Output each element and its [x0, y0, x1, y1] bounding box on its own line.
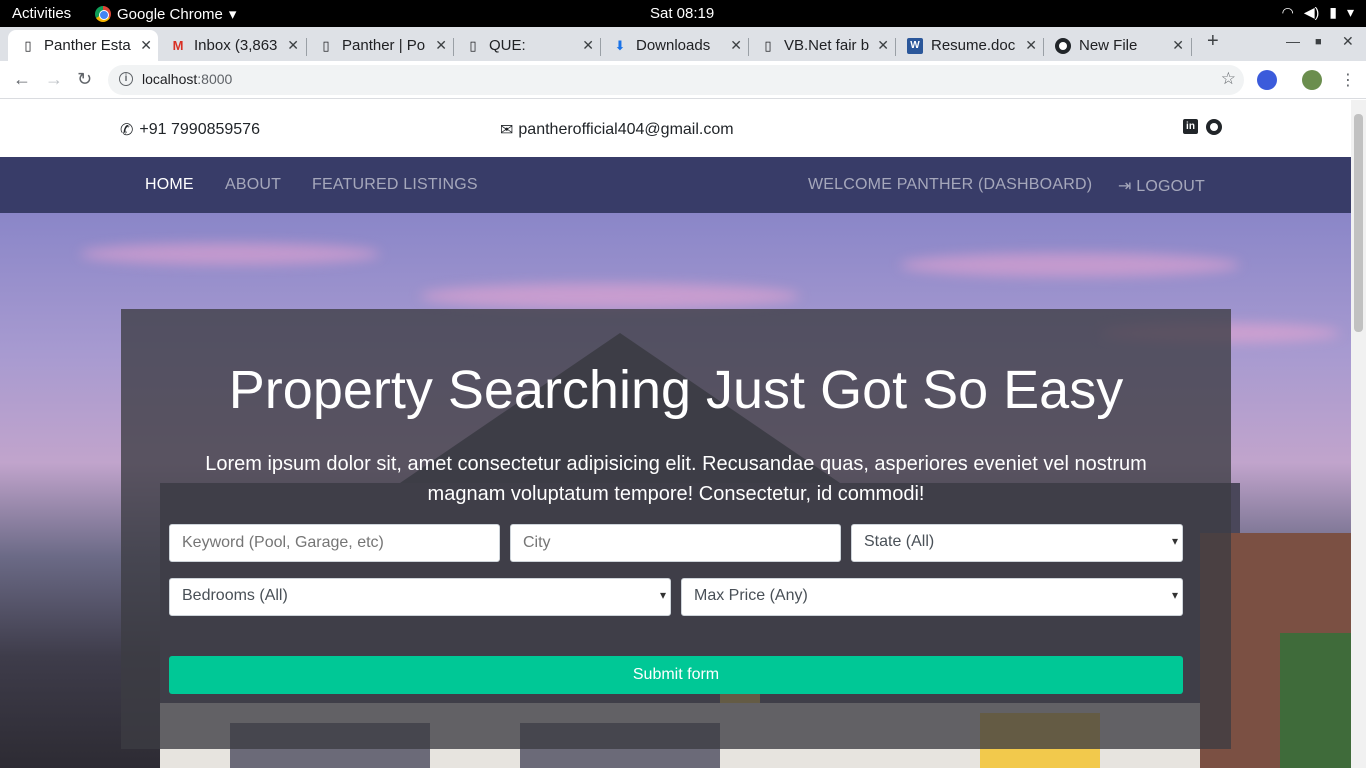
tab-panther-portfolio[interactable]: ▯ Panther | Po ✕: [306, 30, 453, 61]
web-page: ✆ +91 7990859576 ✉ pantherofficial404@gm…: [0, 100, 1351, 768]
volume-icon: ◀): [1303, 4, 1320, 20]
chevron-down-icon: ▾: [1346, 4, 1354, 20]
tree: [1280, 633, 1351, 768]
search-panel: Property Searching Just Got So Easy Lore…: [121, 309, 1231, 749]
city-input[interactable]: [510, 524, 841, 562]
tab-title: New File: [1079, 37, 1138, 54]
close-icon[interactable]: ✕: [1172, 37, 1184, 54]
phone-number: +91 7990859576: [139, 121, 260, 138]
scrollbar-thumb[interactable]: [1354, 114, 1363, 332]
logout-icon: ⇥: [1118, 178, 1137, 195]
back-arrow-icon[interactable]: ←: [13, 69, 31, 90]
close-icon[interactable]: ✕: [287, 37, 299, 54]
wifi-icon: ◠: [1281, 4, 1294, 20]
info-icon[interactable]: i: [119, 72, 133, 86]
phone-contact: ✆ +91 7990859576: [120, 120, 260, 140]
state-select[interactable]: State (All): [851, 524, 1183, 562]
social-links: in: [1183, 119, 1222, 135]
chevron-down-icon: ▾: [228, 6, 237, 23]
page-scrollbar[interactable]: [1351, 100, 1366, 768]
email-contact: ✉ pantherofficial404@gmail.com: [500, 120, 734, 140]
close-window-icon[interactable]: ✕: [1342, 33, 1354, 50]
tab-title: QUE:: [489, 37, 526, 54]
page-icon: ▯: [764, 37, 772, 53]
sky-cloud: [900, 253, 1240, 277]
tab-new-file[interactable]: New File ✕: [1043, 30, 1190, 61]
page-icon: ▯: [469, 37, 477, 53]
linkedin-icon[interactable]: in: [1183, 119, 1198, 134]
hero-description: Lorem ipsum dolor sit, amet consectetur …: [205, 453, 1147, 505]
bedrooms-select-value: Bedrooms (All): [182, 587, 288, 604]
system-tray[interactable]: ◠ ◀) ▮ ▾: [1282, 4, 1354, 21]
maximize-icon[interactable]: ■: [1315, 36, 1322, 48]
sky-cloud: [80, 243, 380, 265]
hero-title: Property Searching Just Got So Easy: [228, 360, 1124, 420]
nav-dashboard[interactable]: WELCOME PANTHER (DASHBOARD): [808, 176, 1092, 194]
hero-section: Property Searching Just Got So Easy Lore…: [0, 213, 1351, 768]
kebab-menu-icon[interactable]: ⋮: [1340, 70, 1356, 90]
state-select-value: State (All): [864, 533, 935, 550]
app-menu[interactable]: Google Chrome ▾: [95, 5, 236, 23]
download-icon: ⬇: [614, 37, 626, 53]
tab-que[interactable]: ▯ QUE: ✕: [453, 30, 600, 61]
email-address: pantherofficial404@gmail.com: [518, 121, 734, 138]
tab-title: Downloads: [636, 37, 711, 54]
bedrooms-select[interactable]: Bedrooms (All): [169, 578, 671, 616]
system-top-bar: Activities Google Chrome ▾ Sat 08:19 ◠ ◀…: [0, 0, 1366, 27]
tab-title: Inbox (3,863: [194, 37, 278, 54]
main-navbar: HOME ABOUT FEATURED LISTINGS WELCOME PAN…: [0, 157, 1351, 213]
minimize-icon[interactable]: —: [1286, 33, 1300, 49]
profile-avatar[interactable]: [1302, 70, 1322, 90]
submit-button[interactable]: Submit form: [169, 656, 1183, 694]
tab-vbnet[interactable]: ▯ VB.Net fair b ✕: [748, 30, 895, 61]
tab-downloads[interactable]: ⬇ Downloads ✕: [600, 30, 748, 61]
tab-title: VB.Net fair b: [784, 37, 870, 54]
max-price-select[interactable]: Max Price (Any): [681, 578, 1183, 616]
close-icon[interactable]: ✕: [877, 37, 889, 54]
close-icon[interactable]: ✕: [435, 37, 447, 54]
gmail-icon: M: [172, 38, 184, 53]
page-icon: ▯: [322, 37, 330, 53]
extension-icon[interactable]: [1257, 70, 1277, 90]
keyword-input[interactable]: [169, 524, 500, 562]
close-icon[interactable]: ✕: [582, 37, 594, 54]
app-name: Google Chrome: [117, 5, 223, 23]
github-icon: [1055, 37, 1071, 54]
tab-separator: [1191, 38, 1192, 56]
close-icon[interactable]: ✕: [730, 37, 742, 54]
chrome-icon: [95, 6, 111, 22]
tab-inbox[interactable]: M Inbox (3,863 ✕: [158, 30, 305, 61]
forward-arrow-icon[interactable]: →: [45, 69, 63, 90]
tab-title: Resume.doc: [931, 37, 1016, 54]
url-text[interactable]: localhost:8000: [142, 71, 232, 87]
reload-icon[interactable]: ↻: [77, 69, 92, 90]
close-icon[interactable]: ✕: [140, 37, 152, 54]
bookmark-star-icon[interactable]: ☆: [1221, 69, 1236, 89]
nav-logout[interactable]: ⇥ LOGOUT: [1118, 176, 1205, 196]
battery-icon: ▮: [1329, 4, 1337, 20]
page-icon: ▯: [24, 37, 32, 53]
phone-icon: ✆: [120, 122, 134, 139]
sky-cloud: [420, 283, 800, 309]
contact-bar: ✆ +91 7990859576 ✉ pantherofficial404@gm…: [0, 100, 1351, 157]
nav-about[interactable]: ABOUT: [225, 176, 281, 194]
browser-toolbar: ← → ↻ i localhost:8000 ☆: [0, 61, 1366, 99]
tab-panther-estate[interactable]: ▯ Panther Esta ✕: [8, 30, 158, 61]
nav-home[interactable]: HOME: [145, 176, 194, 194]
envelope-icon: ✉: [500, 122, 514, 139]
address-bar[interactable]: i localhost:8000 ☆: [108, 65, 1244, 95]
tab-strip: ▯ Panther Esta ✕ M Inbox (3,863 ✕ ▯ Pant…: [0, 27, 1366, 61]
nav-featured-listings[interactable]: FEATURED LISTINGS: [312, 176, 478, 194]
activities-button[interactable]: Activities: [12, 5, 71, 22]
tab-title: Panther Esta: [44, 37, 131, 54]
close-icon[interactable]: ✕: [1025, 37, 1037, 54]
github-icon[interactable]: [1206, 119, 1222, 135]
word-icon: W: [907, 37, 923, 54]
clock[interactable]: Sat 08:19: [650, 5, 714, 22]
tab-resume[interactable]: W Resume.doc ✕: [895, 30, 1043, 61]
new-tab-icon[interactable]: +: [1207, 30, 1219, 53]
max-price-select-value: Max Price (Any): [694, 587, 808, 604]
tab-title: Panther | Po: [342, 37, 426, 54]
